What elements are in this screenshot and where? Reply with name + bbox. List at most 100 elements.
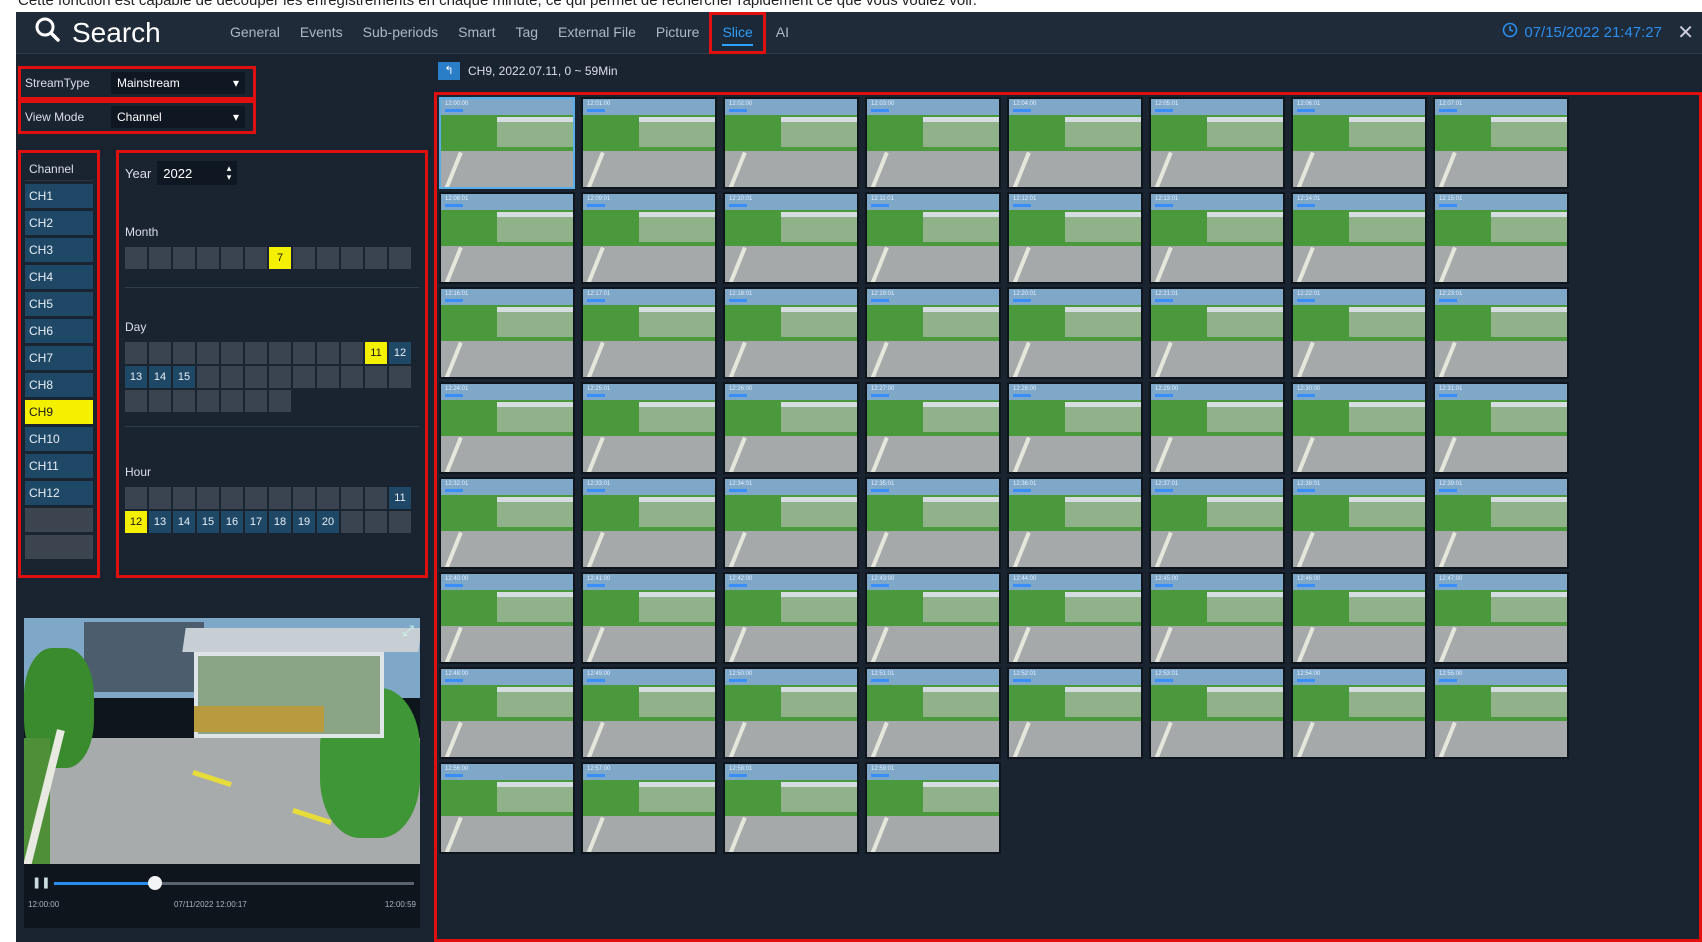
slice-thumbnail[interactable]: 12:35:01 xyxy=(865,477,1001,569)
stream-type-select[interactable]: StreamType Mainstream ▾ xyxy=(18,66,256,100)
channel-item-ch9[interactable]: CH9 xyxy=(25,400,93,424)
slice-thumbnail[interactable]: 12:11:01 xyxy=(865,192,1001,284)
hour-cell[interactable]: 12 xyxy=(125,511,147,533)
tab-general[interactable]: General xyxy=(220,12,290,54)
slice-thumbnail[interactable]: 12:02:00 xyxy=(723,97,859,189)
hour-cell[interactable]: 14 xyxy=(173,511,195,533)
hour-cell[interactable]: 20 xyxy=(317,511,339,533)
slice-thumbnail[interactable]: 12:06:01 xyxy=(1291,97,1427,189)
tab-sub-periods[interactable]: Sub-periods xyxy=(353,12,449,54)
slice-thumbnail[interactable]: 12:07:01 xyxy=(1433,97,1569,189)
slice-thumbnail[interactable]: 12:57:00 xyxy=(581,762,717,854)
slice-thumbnail[interactable]: 12:43:00 xyxy=(865,572,1001,664)
slice-thumbnail[interactable]: 12:48:00 xyxy=(439,667,575,759)
slice-thumbnail[interactable]: 12:40:00 xyxy=(439,572,575,664)
year-stepper[interactable]: 2022 ▴ ▾ xyxy=(157,161,238,185)
slice-thumbnail[interactable]: 12:38:01 xyxy=(1291,477,1427,569)
slice-thumbnail[interactable]: 12:30:00 xyxy=(1291,382,1427,474)
day-cell[interactable]: 15 xyxy=(173,366,195,388)
day-cell[interactable]: 13 xyxy=(125,366,147,388)
hour-cell[interactable]: 15 xyxy=(197,511,219,533)
slice-thumbnail[interactable]: 12:44:00 xyxy=(1007,572,1143,664)
tab-slice[interactable]: Slice xyxy=(709,12,766,54)
slice-thumbnail[interactable]: 12:21:01 xyxy=(1149,287,1285,379)
slice-thumbnail[interactable]: 12:28:00 xyxy=(1007,382,1143,474)
channel-item-ch4[interactable]: CH4 xyxy=(25,265,93,289)
channel-item-ch7[interactable]: CH7 xyxy=(25,346,93,370)
slice-thumbnail[interactable]: 12:27:00 xyxy=(865,382,1001,474)
day-cell[interactable]: 11 xyxy=(365,342,387,364)
slice-thumbnail[interactable]: 12:17:01 xyxy=(581,287,717,379)
stream-type-dropdown[interactable]: Mainstream ▾ xyxy=(111,72,245,94)
slice-thumbnail[interactable]: 12:56:00 xyxy=(439,762,575,854)
hour-cell[interactable]: 13 xyxy=(149,511,171,533)
slice-thumbnail[interactable]: 12:10:01 xyxy=(723,192,859,284)
slice-thumbnail[interactable]: 12:54:00 xyxy=(1291,667,1427,759)
slice-thumbnail[interactable]: 12:20:01 xyxy=(1007,287,1143,379)
slice-thumbnail[interactable]: 12:12:01 xyxy=(1007,192,1143,284)
slice-thumbnail[interactable]: 12:31:01 xyxy=(1433,382,1569,474)
slice-thumbnail[interactable]: 12:45:00 xyxy=(1149,572,1285,664)
fullscreen-icon[interactable]: ⤢ xyxy=(403,622,414,639)
slice-thumbnail[interactable]: 12:09:01 xyxy=(581,192,717,284)
tab-ai[interactable]: AI xyxy=(766,12,799,54)
channel-item-ch1[interactable]: CH1 xyxy=(25,184,93,208)
day-cell[interactable]: 14 xyxy=(149,366,171,388)
stepper-arrows-icon[interactable]: ▴ ▾ xyxy=(227,164,232,182)
slice-thumbnail[interactable]: 12:13:01 xyxy=(1149,192,1285,284)
channel-item-ch12[interactable]: CH12 xyxy=(25,481,93,505)
slice-thumbnail[interactable]: 12:01:00 xyxy=(581,97,717,189)
slice-thumbnail[interactable]: 12:53:01 xyxy=(1149,667,1285,759)
playback-slider[interactable] xyxy=(54,876,414,890)
pause-icon[interactable]: ❚❚ xyxy=(32,876,50,889)
hour-cell[interactable]: 19 xyxy=(293,511,315,533)
channel-item-ch6[interactable]: CH6 xyxy=(25,319,93,343)
slice-thumbnail[interactable]: 12:55:00 xyxy=(1433,667,1569,759)
channel-item-ch2[interactable]: CH2 xyxy=(25,211,93,235)
slice-thumbnail[interactable]: 12:59:01 xyxy=(865,762,1001,854)
slice-thumbnail[interactable]: 12:46:00 xyxy=(1291,572,1427,664)
hour-cell[interactable]: 11 xyxy=(389,487,411,509)
month-cell[interactable]: 7 xyxy=(269,247,291,269)
hour-cell[interactable]: 17 xyxy=(245,511,267,533)
preview-image[interactable]: ⤢ xyxy=(24,618,420,864)
slice-thumbnail[interactable]: 12:58:01 xyxy=(723,762,859,854)
slice-thumbnail[interactable]: 12:29:00 xyxy=(1149,382,1285,474)
slice-thumbnail[interactable]: 12:22:01 xyxy=(1291,287,1427,379)
channel-item-ch3[interactable]: CH3 xyxy=(25,238,93,262)
slice-thumbnail[interactable]: 12:03:00 xyxy=(865,97,1001,189)
slice-thumbnail[interactable]: 12:42:00 xyxy=(723,572,859,664)
tab-smart[interactable]: Smart xyxy=(448,12,505,54)
slice-thumbnail[interactable]: 12:25:01 xyxy=(581,382,717,474)
slice-thumbnail[interactable]: 12:19:01 xyxy=(865,287,1001,379)
channel-item-ch10[interactable]: CH10 xyxy=(25,427,93,451)
slice-thumbnail[interactable]: 12:00:00 xyxy=(439,97,575,189)
slice-thumbnail[interactable]: 12:23:01 xyxy=(1433,287,1569,379)
slice-thumbnail[interactable]: 12:32:01 xyxy=(439,477,575,569)
slice-thumbnail[interactable]: 12:15:01 xyxy=(1433,192,1569,284)
slice-thumbnail[interactable]: 12:26:00 xyxy=(723,382,859,474)
slice-thumbnail[interactable]: 12:04:00 xyxy=(1007,97,1143,189)
slice-thumbnail[interactable]: 12:36:01 xyxy=(1007,477,1143,569)
close-icon[interactable]: ✕ xyxy=(1677,20,1694,45)
tab-picture[interactable]: Picture xyxy=(646,12,710,54)
slice-thumbnail[interactable]: 12:41:00 xyxy=(581,572,717,664)
slice-thumbnail[interactable]: 12:50:00 xyxy=(723,667,859,759)
tab-events[interactable]: Events xyxy=(290,12,353,54)
slice-thumbnail[interactable]: 12:39:01 xyxy=(1433,477,1569,569)
hour-cell[interactable]: 18 xyxy=(269,511,291,533)
slider-handle[interactable] xyxy=(147,876,162,890)
slice-thumbnail[interactable]: 12:14:01 xyxy=(1291,192,1427,284)
channel-item-ch5[interactable]: CH5 xyxy=(25,292,93,316)
channel-item-ch8[interactable]: CH8 xyxy=(25,373,93,397)
slice-thumbnail[interactable]: 12:52:01 xyxy=(1007,667,1143,759)
slice-thumbnail[interactable]: 12:47:00 xyxy=(1433,572,1569,664)
tab-tag[interactable]: Tag xyxy=(505,12,548,54)
slice-thumbnail[interactable]: 12:37:01 xyxy=(1149,477,1285,569)
back-arrow-icon[interactable]: ↰ xyxy=(438,62,460,80)
slice-thumbnail[interactable]: 12:34:01 xyxy=(723,477,859,569)
slice-thumbnail[interactable]: 12:18:01 xyxy=(723,287,859,379)
view-mode-dropdown[interactable]: Channel ▾ xyxy=(111,106,245,128)
slice-thumbnail[interactable]: 12:16:01 xyxy=(439,287,575,379)
slice-thumbnail[interactable]: 12:05:01 xyxy=(1149,97,1285,189)
